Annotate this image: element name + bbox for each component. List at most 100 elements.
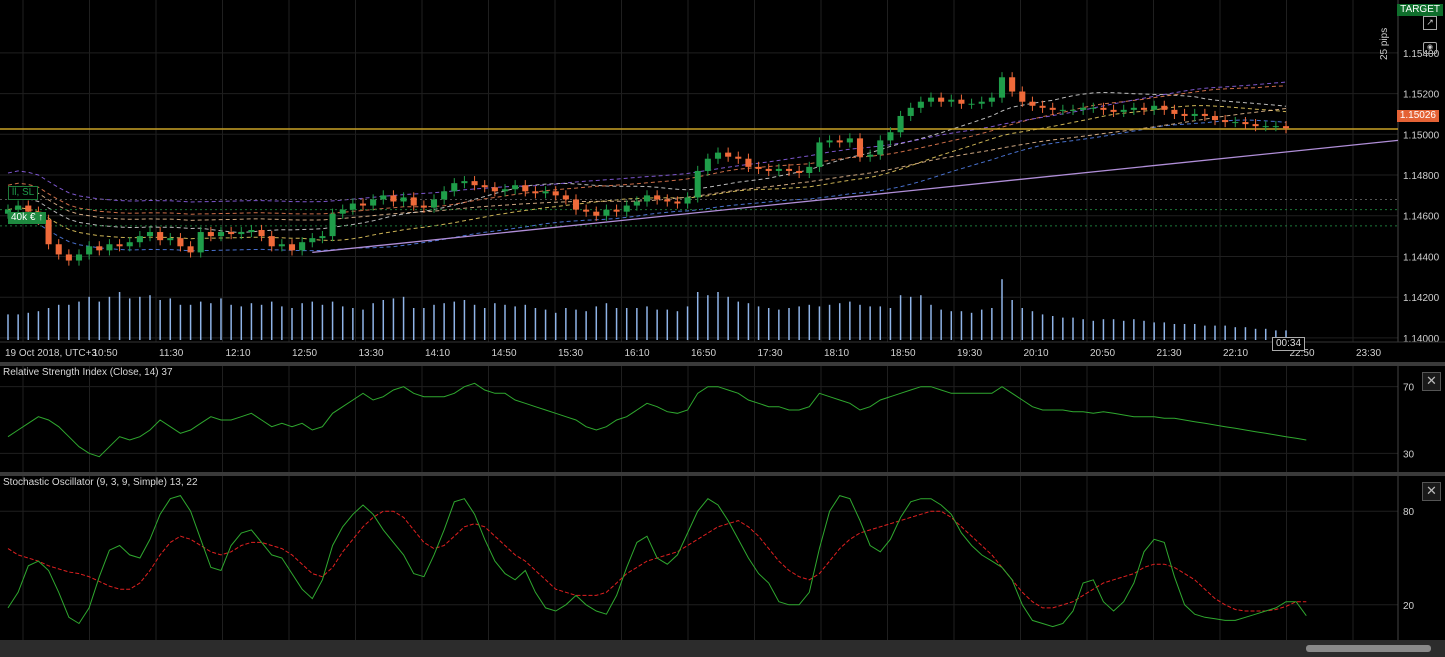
candle-body [704,158,711,171]
candle-body [1282,126,1290,129]
candle-body [775,168,782,171]
rsi-title: Relative Strength Index (Close, 14) 37 [3,367,173,378]
y-tick-label: 1.14800 [1403,171,1440,182]
candle-body [684,197,691,204]
candle-body [359,203,367,206]
candle-body [552,191,559,196]
candle-body [55,244,62,255]
position-label[interactable]: 40k € ↑ [8,212,47,224]
candle-body [562,195,569,200]
moving-average-line [7,91,1287,234]
candle-body [1232,122,1239,124]
candle-body [613,209,620,212]
current-price-badge: 1.15026 [1396,110,1439,122]
stop-loss-label[interactable]: ll, SL [8,186,39,200]
x-tick-label: 16:10 [625,348,650,359]
camera-icon[interactable]: ◉ [1423,42,1437,54]
candle-body [157,232,164,241]
moving-average-line [7,81,1287,203]
candle-body [65,254,72,261]
candle-body [349,203,356,210]
candle-body [1049,107,1056,110]
close-stochastic-icon[interactable]: ✕ [1422,482,1441,501]
candle-body [745,158,752,167]
x-tick-label: 17:30 [758,348,783,359]
candle-body [1059,109,1066,111]
expand-icon[interactable]: ↗ [1423,16,1437,30]
candle-body [785,168,793,171]
candle-body [1009,77,1016,92]
close-rsi-icon[interactable]: ✕ [1422,372,1441,391]
candle-body [248,230,255,233]
candle-body [948,99,955,102]
x-tick-label: 18:50 [891,348,916,359]
y-tick-label: 1.15000 [1403,130,1440,141]
candle-body [146,232,154,237]
candle-body [623,205,630,212]
candle-body [268,236,275,247]
candle-body [410,197,417,206]
candle-body [806,166,813,173]
candle-body [481,185,488,188]
candle-body [816,142,823,167]
candle-body [1019,91,1026,102]
candle-body [532,191,539,194]
candle-body [1039,105,1046,108]
stochastic-title: Stochastic Oscillator (9, 3, 9, Simple) … [3,477,198,488]
target-badge[interactable]: TARGET [1397,4,1443,16]
candle-body [735,156,742,159]
candle-body [126,242,133,247]
candle-body [1080,107,1087,110]
candle-body [288,244,296,251]
candle-body [907,107,914,116]
y-tick-label: 1.15200 [1403,90,1440,101]
candlestick-chart[interactable]: 1.154001.152001.150001.148001.146001.144… [0,0,1445,362]
rsi-pane[interactable]: 70 30 Relative Strength Index (Close, 14)… [0,366,1445,472]
stochastic-chart: 80 20 [0,476,1415,640]
x-tick-label: 15:30 [558,348,583,359]
candle-body [106,244,113,251]
candle-body [664,199,671,202]
candle-body [96,246,103,251]
x-tick-label: 20:50 [1090,348,1115,359]
x-tick-label: 12:50 [292,348,317,359]
price-pane[interactable]: 1.15400 1.15200 1.15000 1.14800 1.14600 1.144… [0,0,1445,362]
candle-body [136,236,143,243]
candle-body [390,195,397,202]
candle-body [603,209,610,216]
candle-body [1272,126,1279,128]
x-tick-label: 18:10 [824,348,849,359]
candle-body [430,199,438,208]
horizontal-scrollbar[interactable] [0,640,1445,657]
stochastic-pane[interactable]: 80 20 Stochastic Oscillator (9, 3, 9, Sim… [0,476,1445,640]
candle-body [856,138,864,157]
x-tick-label: 14:50 [492,348,517,359]
scrollbar-thumb[interactable] [1306,645,1431,652]
x-tick-label: 19 Oct 2018, UTC+3 [5,348,97,359]
candle-body [988,97,995,102]
candle-body [309,238,316,243]
candle-body [451,183,458,192]
x-tick-label: 22:10 [1223,348,1248,359]
candle-body [339,209,346,214]
candle-body [329,213,336,237]
candle-body [238,232,245,235]
candle-body [207,232,214,237]
candle-body [877,140,884,155]
rsi-tick-label: 70 [1403,383,1415,394]
candle-body [228,232,235,235]
candle-body [938,97,945,102]
candle-body [1029,101,1036,106]
candle-body [633,201,640,206]
x-tick-label: 10:50 [93,348,118,359]
candle-body [1120,109,1127,112]
candle-body [958,99,965,104]
y-tick-label: 1.14600 [1403,212,1440,223]
candle-body [187,246,194,253]
x-tick-label: 14:10 [425,348,450,359]
candle-body [572,199,580,210]
candle-body [1069,109,1077,111]
rsi-tick-label: 30 [1403,449,1415,460]
candle-body [1090,107,1097,109]
rsi-chart: 70 30 [0,366,1415,472]
